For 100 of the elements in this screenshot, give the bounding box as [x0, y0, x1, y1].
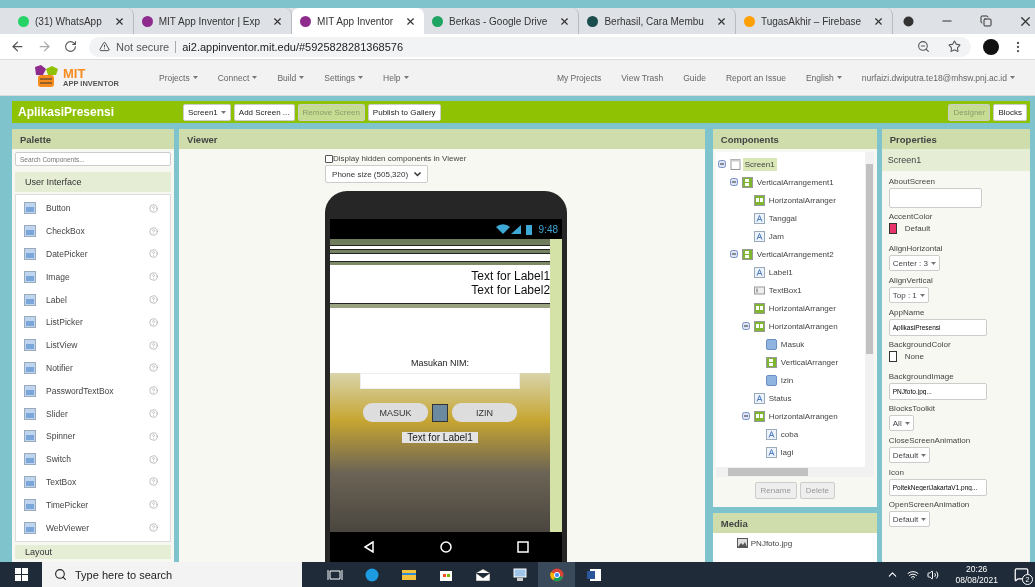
scrollbar[interactable]	[715, 467, 874, 477]
restore-icon[interactable]	[980, 15, 993, 27]
square-icon[interactable]	[517, 541, 530, 553]
tree-item[interactable]: TextBox1	[766, 283, 804, 297]
collapse-icon[interactable]	[741, 322, 750, 330]
zoom-icon[interactable]	[917, 40, 930, 53]
panel-title: Components	[712, 129, 877, 149]
nav-link[interactable]: Report an Issue	[725, 72, 786, 83]
palette-item[interactable]: Spinner	[16, 424, 171, 448]
nav-link[interactable]: My Projects	[556, 72, 602, 83]
tree-item[interactable]: Izin	[778, 373, 796, 387]
phone-size-select[interactable]: Phone size (505,320)	[325, 165, 429, 183]
view-tab[interactable]: Blocks	[993, 103, 1027, 121]
nav-link[interactable]: Guide	[683, 72, 706, 83]
palette-item[interactable]: Switch	[16, 447, 171, 471]
avatar-circle[interactable]	[983, 38, 999, 55]
close-icon[interactable]	[272, 15, 284, 27]
tree-item[interactable]: HorizontalArrangen	[766, 409, 840, 423]
property-select[interactable]: Default	[888, 447, 931, 463]
palette-item[interactable]: ListPicker	[16, 311, 171, 334]
nav-link[interactable]: English	[805, 72, 842, 83]
menu-item[interactable]: Settings	[324, 72, 363, 83]
windows-logo-icon[interactable]	[14, 568, 28, 581]
clock[interactable]: 20:26 08/08/2021	[955, 564, 998, 585]
profile-circle-icon	[903, 15, 915, 27]
tree-item[interactable]: VerticalArrangement2	[754, 247, 836, 261]
tree-item[interactable]: HorizontalArranger	[766, 301, 838, 315]
toolbar-button[interactable]: Publish to Gallery	[367, 103, 441, 121]
nav-link[interactable]: nurfaizi.dwiputra.te18@mhsw.pnj.ac.id	[861, 72, 1015, 83]
menu-item[interactable]: Help	[383, 72, 409, 83]
wifi-icon[interactable]	[907, 568, 920, 581]
palette-item[interactable]: Notifier	[16, 356, 171, 380]
collapse-icon[interactable]	[741, 412, 750, 420]
tree-item[interactable]: lagi	[778, 445, 796, 459]
back-icon[interactable]	[10, 39, 25, 54]
category-header[interactable]: Layout	[15, 544, 172, 559]
tree-item[interactable]: coba	[778, 427, 801, 441]
image-block	[432, 403, 449, 422]
home-circle-icon[interactable]	[440, 541, 453, 553]
browser-tab[interactable]: MIT App Inventor	[292, 8, 425, 34]
palette-item[interactable]: Button	[16, 197, 171, 220]
media-file[interactable]: PNJfoto.jpg	[750, 538, 793, 548]
close-icon[interactable]	[405, 15, 417, 27]
property-label: BackgroundImage	[888, 372, 955, 381]
phone-button[interactable]: MASUK	[363, 403, 429, 422]
tree-item[interactable]: HorizontalArrangen	[766, 319, 840, 333]
tree-item[interactable]: Label1	[766, 265, 795, 279]
collapse-icon[interactable]	[717, 160, 726, 168]
chrome-app-icon[interactable]	[548, 566, 565, 583]
palette-item[interactable]: Image	[16, 265, 171, 289]
property-select[interactable]: All	[888, 415, 914, 431]
toolbar-button[interactable]: Screen1	[183, 103, 231, 121]
palette-item[interactable]: ListView	[16, 333, 171, 357]
collapse-icon[interactable]	[729, 250, 738, 258]
category-header[interactable]: User Interface	[15, 172, 172, 192]
reload-icon[interactable]	[64, 40, 77, 53]
hidden-components-checkbox[interactable]: Display hidden components in Viewer	[325, 154, 467, 163]
tree-item[interactable]: Screen1	[742, 157, 777, 171]
menu-item[interactable]: Connect	[217, 72, 258, 83]
palette-item[interactable]: DatePicker	[16, 242, 171, 266]
property-select[interactable]: Default	[888, 511, 931, 527]
close-icon[interactable]	[559, 15, 571, 27]
phone-button[interactable]: IZIN	[452, 403, 518, 422]
edge-app-icon[interactable]	[363, 566, 380, 583]
palette-item[interactable]: Label	[16, 288, 171, 311]
tree-item[interactable]: HorizontalArranger	[766, 193, 838, 207]
nav-link[interactable]: View Trash	[621, 72, 664, 83]
component-icon	[24, 475, 36, 488]
close-icon[interactable]	[873, 15, 885, 27]
scrollbar[interactable]	[864, 152, 874, 467]
property-select[interactable]: Center : 3	[888, 255, 940, 271]
tree-item[interactable]: Masuk	[778, 337, 807, 351]
palette-item[interactable]: CheckBox	[16, 219, 171, 243]
palette-item[interactable]: TimePicker	[16, 493, 171, 517]
close-icon[interactable]	[113, 15, 125, 27]
input-field[interactable]	[360, 373, 521, 389]
palette-item[interactable]: PasswordTextBox	[16, 379, 171, 403]
tree-item[interactable]: Status	[766, 391, 794, 405]
menu-item[interactable]: Projects	[159, 72, 198, 83]
palette-item[interactable]: Slider	[16, 402, 171, 425]
volume-icon[interactable]	[927, 568, 940, 581]
back-triangle-icon[interactable]	[362, 541, 375, 553]
url-text[interactable]: ai2.appinventor.mit.edu/#5925828281368576	[182, 40, 403, 53]
network-app-icon[interactable]	[511, 566, 528, 583]
word-app-icon[interactable]	[585, 566, 602, 583]
toolbar-button[interactable]: Add Screen ...	[233, 103, 295, 121]
taskbar-search[interactable]: Type here to search	[42, 562, 302, 587]
palette-item[interactable]: TextBox	[16, 470, 171, 494]
tree-item[interactable]: Tanggal	[766, 211, 799, 225]
tree-item[interactable]: VerticalArrangement1	[754, 175, 836, 189]
tree-item[interactable]: VerticalArranger	[778, 355, 841, 369]
mail-app-icon[interactable]	[474, 566, 491, 583]
palette-item[interactable]: WebViewer	[16, 516, 171, 539]
menu-item[interactable]: Build	[277, 72, 305, 83]
component-icon	[24, 248, 36, 260]
property-select[interactable]: Top : 1	[888, 287, 929, 303]
tree-item[interactable]: Jam	[766, 229, 786, 243]
collapse-icon[interactable]	[729, 178, 738, 186]
close-icon[interactable]	[715, 15, 727, 27]
bookmark-star-icon[interactable]	[948, 40, 961, 53]
